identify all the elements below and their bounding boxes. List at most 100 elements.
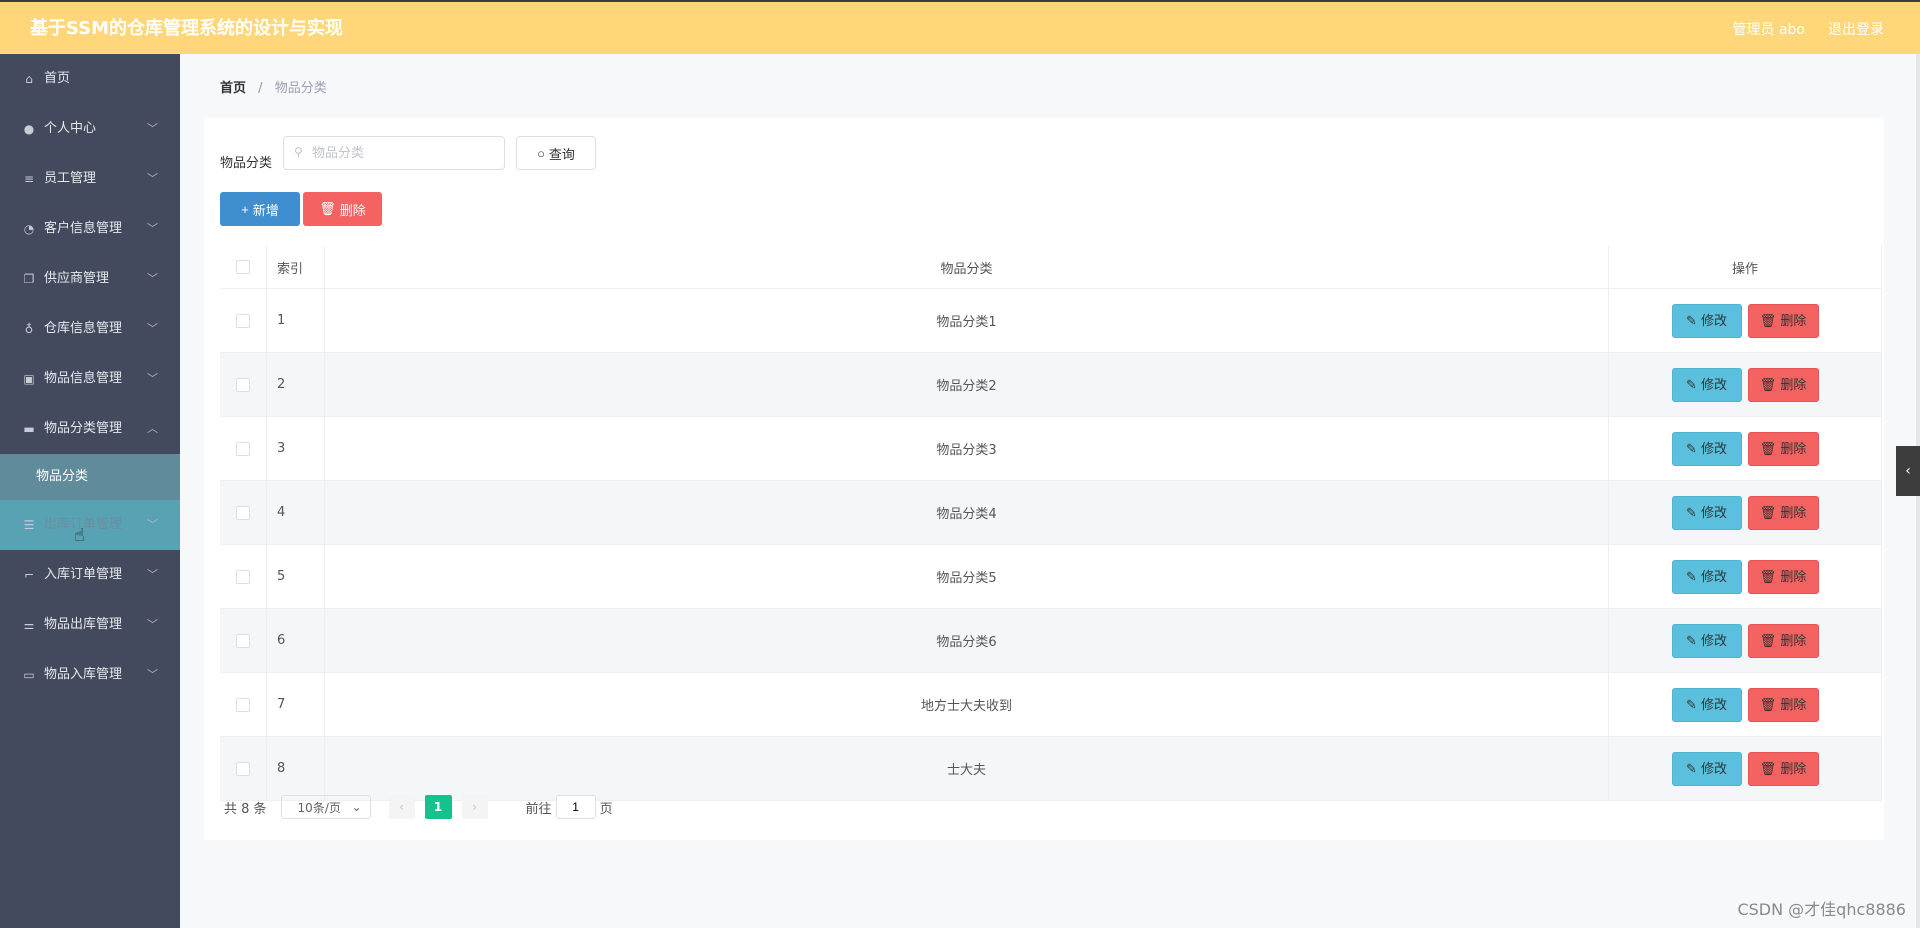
- table-row: 3 物品分类3 ✎ 修改 🗑 删除: [220, 416, 1882, 481]
- row-checkbox[interactable]: [236, 505, 250, 520]
- sidebar-item-items[interactable]: ▣ 物品信息管理 ﹀: [0, 354, 180, 404]
- table-row: 4 物品分类4 ✎ 修改 🗑 删除: [220, 480, 1882, 545]
- chevron-left-icon: ‹: [1905, 463, 1911, 479]
- search-label: 物品分类: [220, 156, 273, 171]
- row-select-cell: [220, 608, 267, 673]
- trash-icon: 🗑: [1759, 313, 1781, 329]
- search-icon: ○: [537, 145, 545, 161]
- sidebar-item-personal-center[interactable]: ● 个人中心 ﹀: [0, 104, 180, 154]
- delete-button[interactable]: 🗑 删除: [1747, 431, 1819, 466]
- edit-button[interactable]: ✎ 修改: [1671, 303, 1742, 338]
- sidebar-item-label: 物品出库管理: [44, 617, 123, 632]
- prev-page-button[interactable]: ‹: [388, 795, 415, 819]
- edit-button[interactable]: ✎ 修改: [1671, 751, 1742, 786]
- category-table: 索引 物品分类 操作 1 物品分类1 ✎ 修改 🗑 删除 2 物品分类2 ✎ 修改 🗑 删除 3…: [220, 246, 1882, 801]
- edit-button[interactable]: ✎ 修改: [1671, 687, 1742, 722]
- row-checkbox[interactable]: [236, 441, 250, 456]
- sidebar-item-label: 供应商管理: [44, 271, 110, 286]
- copy-icon: ❐: [23, 272, 35, 286]
- delete-button-label: 删除: [1780, 633, 1807, 649]
- row-operations: ✎ 修改 🗑 删除: [1608, 672, 1882, 737]
- delete-button-label: 删除: [1780, 505, 1807, 521]
- logout-link[interactable]: 退出登录: [1828, 19, 1884, 39]
- microphone-icon: ♁: [24, 322, 34, 336]
- edit-button-label: 修改: [1701, 761, 1728, 777]
- delete-button[interactable]: 🗑 删除: [1747, 751, 1819, 786]
- next-page-button[interactable]: ›: [461, 795, 488, 819]
- chevron-down-icon: ﹀: [147, 222, 158, 235]
- chevron-down-icon: ﹀: [147, 122, 158, 135]
- chevron-down-icon: ﹀: [147, 668, 158, 681]
- page-size-select[interactable]: 10条/页 ⌄: [280, 795, 371, 819]
- row-category-name: 地方士大夫收到: [324, 672, 1609, 737]
- main-content: 首页 / 物品分类 物品分类 ⚲ ○ 查询 + 新增 🗑 删除 索引: [180, 54, 1920, 928]
- delete-button[interactable]: 🗑 删除: [1747, 687, 1819, 722]
- trash-icon: 🗑: [1759, 697, 1781, 713]
- edit-button[interactable]: ✎ 修改: [1671, 559, 1742, 594]
- search-input[interactable]: [283, 136, 505, 170]
- edit-icon: ✎: [1685, 761, 1701, 777]
- trash-icon: 🗑: [1759, 633, 1781, 649]
- edit-button-label: 修改: [1701, 569, 1728, 585]
- sidebar-item-inbound-orders[interactable]: ⌐ 入库订单管理 ﹀: [0, 550, 180, 600]
- sidebar-item-label: 入库订单管理: [44, 567, 123, 582]
- chevron-up-icon: ︿: [147, 422, 158, 435]
- chevron-down-icon: ⌄: [351, 800, 362, 814]
- page-number-current[interactable]: 1: [424, 795, 452, 819]
- sidebar-item-outbound-orders[interactable]: ☰ 出库订单管理 ﹀: [0, 500, 180, 550]
- sidebar-item-label: 物品分类管理: [44, 421, 123, 436]
- row-checkbox[interactable]: [236, 761, 250, 776]
- row-checkbox[interactable]: [236, 633, 250, 648]
- sidebar-item-suppliers[interactable]: ❐ 供应商管理 ﹀: [0, 254, 180, 304]
- sliders-icon: ⚌: [23, 618, 35, 632]
- table-row: 1 物品分类1 ✎ 修改 🗑 删除: [220, 288, 1882, 353]
- row-index: 4: [266, 480, 325, 545]
- delete-button-label: 删除: [1780, 761, 1807, 777]
- sidebar-item-item-categories[interactable]: ▬ 物品分类管理 ︿: [0, 404, 180, 454]
- sidebar-item-staff[interactable]: ≡ 员工管理 ﹀: [0, 154, 180, 204]
- sidebar-item-customers[interactable]: ◔ 客户信息管理 ﹀: [0, 204, 180, 254]
- batch-delete-button[interactable]: 🗑 删除: [303, 192, 382, 226]
- sidebar-item-item-inbound[interactable]: ▭ 物品入库管理 ﹀: [0, 650, 180, 700]
- row-checkbox[interactable]: [236, 697, 250, 712]
- edit-button[interactable]: ✎ 修改: [1671, 495, 1742, 530]
- edit-button-label: 修改: [1701, 505, 1728, 521]
- sidebar-item-warehouses[interactable]: ♁ 仓库信息管理 ﹀: [0, 304, 180, 354]
- chevron-down-icon: ﹀: [147, 322, 158, 335]
- sidebar-subitem-item-category[interactable]: 物品分类: [0, 454, 180, 500]
- row-operations: ✎ 修改 🗑 删除: [1608, 416, 1882, 481]
- sidebar-item-label: 物品分类: [36, 469, 89, 484]
- sidebar-item-item-outbound[interactable]: ⚌ 物品出库管理 ﹀: [0, 600, 180, 650]
- breadcrumb-home[interactable]: 首页: [220, 81, 246, 96]
- edit-button[interactable]: ✎ 修改: [1671, 623, 1742, 658]
- row-category-name: 物品分类4: [324, 480, 1609, 545]
- pagination: 共 8 条 10条/页 ⌄ ‹ 1 › 前往 页: [224, 795, 613, 819]
- delete-button[interactable]: 🗑 删除: [1747, 303, 1819, 338]
- row-checkbox[interactable]: [236, 313, 250, 328]
- row-category-name: 物品分类5: [324, 544, 1609, 609]
- goto-page-input[interactable]: [555, 795, 596, 819]
- delete-button[interactable]: 🗑 删除: [1747, 495, 1819, 530]
- row-operations: ✎ 修改 🗑 删除: [1608, 288, 1882, 353]
- query-button[interactable]: ○ 查询: [516, 136, 596, 170]
- add-button[interactable]: + 新增: [220, 192, 300, 226]
- table-body: 1 物品分类1 ✎ 修改 🗑 删除 2 物品分类2 ✎ 修改 🗑 删除 3 物品分类3 ✎ 修改 🗑 …: [220, 288, 1882, 801]
- add-button-label: 新增: [252, 202, 279, 218]
- trash-icon: 🗑: [1759, 441, 1781, 457]
- delete-button[interactable]: 🗑 删除: [1747, 559, 1819, 594]
- sidebar-item-home[interactable]: ⌂ 首页: [0, 54, 180, 104]
- select-all-checkbox[interactable]: [236, 260, 250, 274]
- clipboard-icon: ▣: [23, 372, 35, 386]
- chevron-down-icon: ﹀: [147, 172, 158, 185]
- collapse-panel-tab[interactable]: ‹: [1896, 446, 1920, 496]
- edit-button[interactable]: ✎ 修改: [1671, 431, 1742, 466]
- edit-button[interactable]: ✎ 修改: [1671, 367, 1742, 402]
- delete-button[interactable]: 🗑 删除: [1747, 623, 1819, 658]
- home-icon: ⌂: [25, 72, 33, 86]
- delete-button[interactable]: 🗑 删除: [1747, 367, 1819, 402]
- row-checkbox[interactable]: [236, 377, 250, 392]
- edit-icon: ✎: [1685, 377, 1701, 393]
- row-category-name: 物品分类1: [324, 288, 1609, 353]
- row-checkbox[interactable]: [236, 569, 250, 584]
- content-panel: 物品分类 ⚲ ○ 查询 + 新增 🗑 删除 索引 物品分类 操作: [204, 118, 1884, 840]
